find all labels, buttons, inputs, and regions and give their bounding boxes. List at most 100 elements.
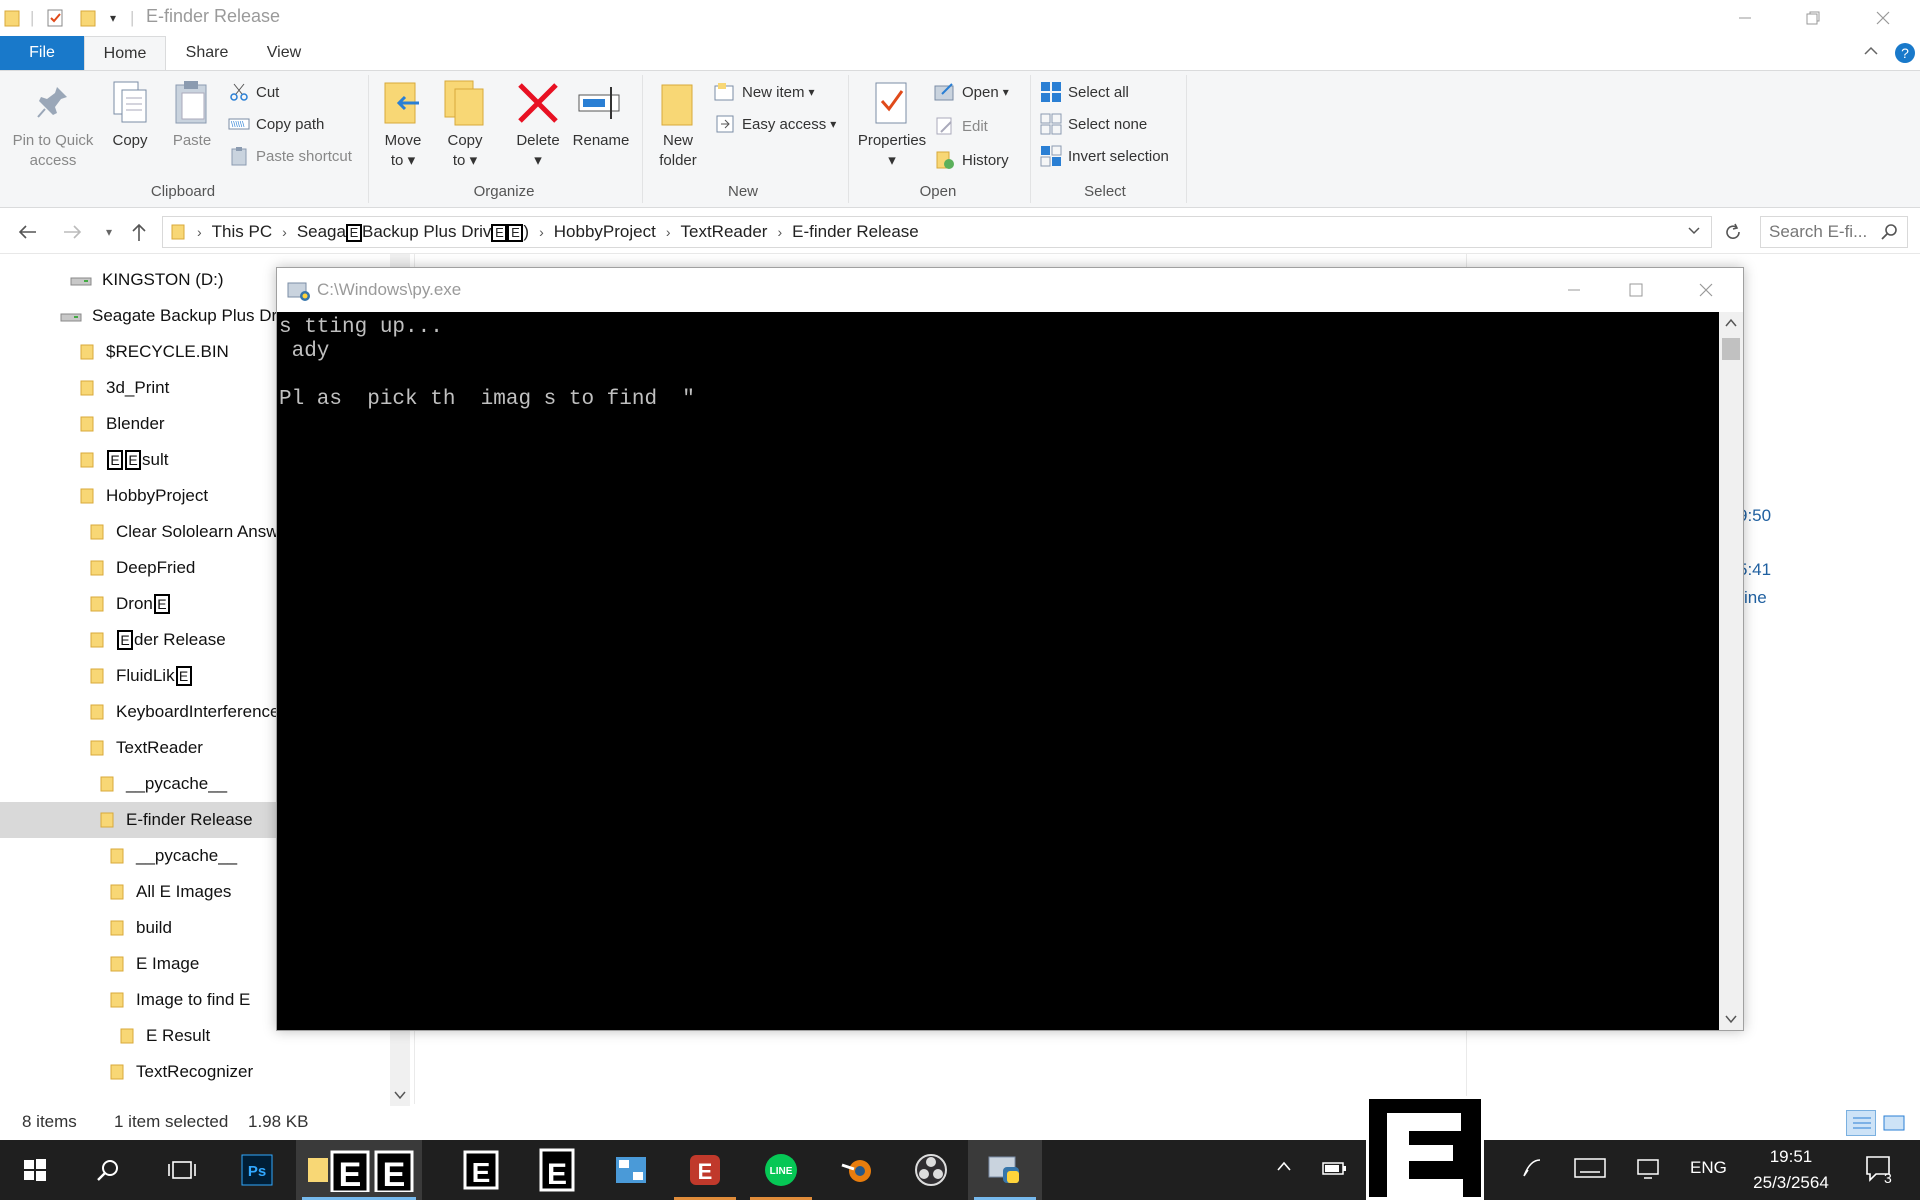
delete-button[interactable]: Delete ▾ [510,77,566,171]
background-file-text: ine [1744,588,1767,607]
scroll-down-chevron-icon[interactable] [1725,1014,1737,1024]
history-button[interactable]: History [934,147,1009,173]
breadcrumb-chevron-icon[interactable]: › [197,224,202,240]
copy-button[interactable]: Copy [104,77,156,151]
search-input[interactable]: Search E-fi... [1760,216,1908,248]
large-icons-view-button[interactable] [1882,1112,1906,1134]
console-window[interactable]: C:\Windows\py.exe s tting up... ady Pl as… [276,267,1744,1031]
scroll-down-chevron-icon[interactable] [394,1090,406,1100]
folder-icon [110,1063,126,1081]
cut-button[interactable]: Cut [228,79,279,105]
console-output[interactable]: s tting up... ady Pl as pick th imag s to… [277,312,1719,1030]
input-language-indicator[interactable]: ENG [1690,1158,1727,1178]
pin-to-quick-access-button[interactable]: Pin to Quick access [6,77,100,171]
select-all-button[interactable]: Select all [1040,79,1129,105]
folder-icon [90,631,106,649]
touch-keyboard-icon[interactable] [1574,1158,1606,1178]
tab-home[interactable]: Home [84,36,166,70]
breadcrumb-hobbyproject[interactable]: HobbyProject [554,222,656,242]
app-e2-taskbar-icon[interactable]: E [520,1140,594,1200]
minimize-button[interactable] [1716,0,1774,36]
paste-shortcut-button[interactable]: Paste shortcut [228,143,352,169]
search-taskbar-icon[interactable] [72,1140,144,1200]
rename-label: Rename [572,132,630,149]
console-scrollbar[interactable] [1719,312,1743,1030]
address-history-chevron-icon[interactable] [1687,223,1701,237]
tab-view[interactable]: View [248,36,320,70]
qa-separator: | [30,8,35,27]
breadcrumb-chevron-icon[interactable]: › [282,224,287,240]
tree-item-label: E-finder Release [126,810,253,829]
app-e-taskbar-icon[interactable]: E [444,1140,518,1200]
start-button[interactable] [0,1140,70,1200]
breadcrumb-chevron-icon[interactable]: › [539,224,544,240]
new-item-button[interactable]: New item ▾ [714,79,815,105]
scroll-up-chevron-icon[interactable] [1725,318,1737,328]
tree-item-label: Seagate Backup Plus Dr [92,306,278,325]
rename-button[interactable]: Rename [570,77,632,151]
move-to-button[interactable]: Move to ▾ [376,77,430,171]
clock[interactable]: 19:51 25/3/2564 [1736,1144,1846,1196]
blender-taskbar-icon[interactable] [820,1140,894,1200]
up-arrow-icon[interactable] [126,220,152,244]
delete-dropdown-chevron-icon[interactable]: ▾ [534,151,542,171]
breadcrumb-this-pc[interactable]: This PC [212,222,272,242]
new-item-chevron-icon: ▾ [808,85,815,99]
breadcrumb-textreader[interactable]: TextReader [681,222,768,242]
app-e3-taskbar-icon[interactable]: E [668,1140,742,1200]
customize-quick-access-chevron-icon[interactable]: ▾ [110,7,116,29]
collapse-ribbon-chevron-icon[interactable] [1862,42,1880,60]
task-view-icon[interactable] [146,1140,218,1200]
control-panel-taskbar-icon[interactable] [594,1140,668,1200]
close-button[interactable] [1854,0,1912,36]
new-folder-quick-icon[interactable] [80,7,98,29]
details-view-button[interactable] [1846,1110,1876,1136]
file-explorer-taskbar-icon[interactable]: EE [296,1140,422,1200]
open-button[interactable]: Open ▾ [934,79,1009,105]
line-taskbar-icon[interactable]: LINE [744,1140,818,1200]
show-hidden-icons-chevron-icon[interactable] [1276,1160,1292,1172]
select-none-button[interactable]: Select none [1040,111,1147,137]
easy-access-button[interactable]: Easy access ▾ [714,111,836,137]
python-taskbar-icon[interactable] [968,1140,1042,1200]
battery-icon[interactable] [1322,1160,1348,1176]
pen-workspace-icon[interactable] [1520,1156,1544,1180]
recent-locations-chevron-icon[interactable]: ▾ [96,220,122,244]
photoshop-taskbar-icon[interactable]: Ps [220,1140,294,1200]
console-title-bar[interactable]: C:\Windows\py.exe [277,268,1743,312]
console-scroll-thumb[interactable] [1722,338,1740,360]
edit-button[interactable]: Edit [934,113,988,139]
obs-taskbar-icon[interactable] [894,1140,968,1200]
invert-selection-button[interactable]: Invert selection [1040,143,1169,169]
copy-to-button[interactable]: Copy to ▾ [438,77,492,171]
refresh-icon[interactable] [1720,220,1746,244]
breadcrumb-chevron-icon[interactable]: › [777,224,782,240]
console-title: C:\Windows\py.exe [317,280,462,299]
copy-path-button[interactable]: \\\\\\ Copy path [228,111,324,137]
console-maximize-button[interactable] [1607,272,1665,308]
help-icon[interactable]: ? [1894,42,1916,64]
tab-file[interactable]: File [0,36,84,70]
paste-button[interactable]: Paste [164,77,220,151]
tree-item[interactable]: TextRecognizer [0,1054,390,1090]
restore-button[interactable] [1784,0,1842,36]
back-arrow-icon[interactable] [14,220,40,244]
forward-arrow-icon[interactable] [60,220,86,244]
properties-button[interactable]: Properties ▾ [854,77,930,171]
console-close-button[interactable] [1677,272,1735,308]
properties-dropdown-chevron-icon[interactable]: ▾ [888,151,896,171]
new-folder-button[interactable]: New folder [652,77,704,171]
tree-item-label: Clear Sololearn Answ [116,522,279,541]
properties-quick-icon[interactable] [46,7,66,29]
copy-to-label-line2: to ▾ [452,152,478,169]
breadcrumb-efinder-release[interactable]: E-finder Release [792,222,919,242]
folder-icon [100,811,116,829]
console-minimize-button[interactable] [1545,272,1603,308]
breadcrumb-chevron-icon[interactable]: › [666,224,671,240]
network-display-icon[interactable] [1636,1158,1660,1180]
qa-separator: | [130,8,135,27]
tab-share[interactable]: Share [172,36,242,70]
breadcrumb-drive[interactable]: Seaga E Backup Plus Driv E E) [297,222,529,242]
address-bar[interactable]: › This PC › Seaga E Backup Plus Driv E E) › … [162,216,1712,248]
